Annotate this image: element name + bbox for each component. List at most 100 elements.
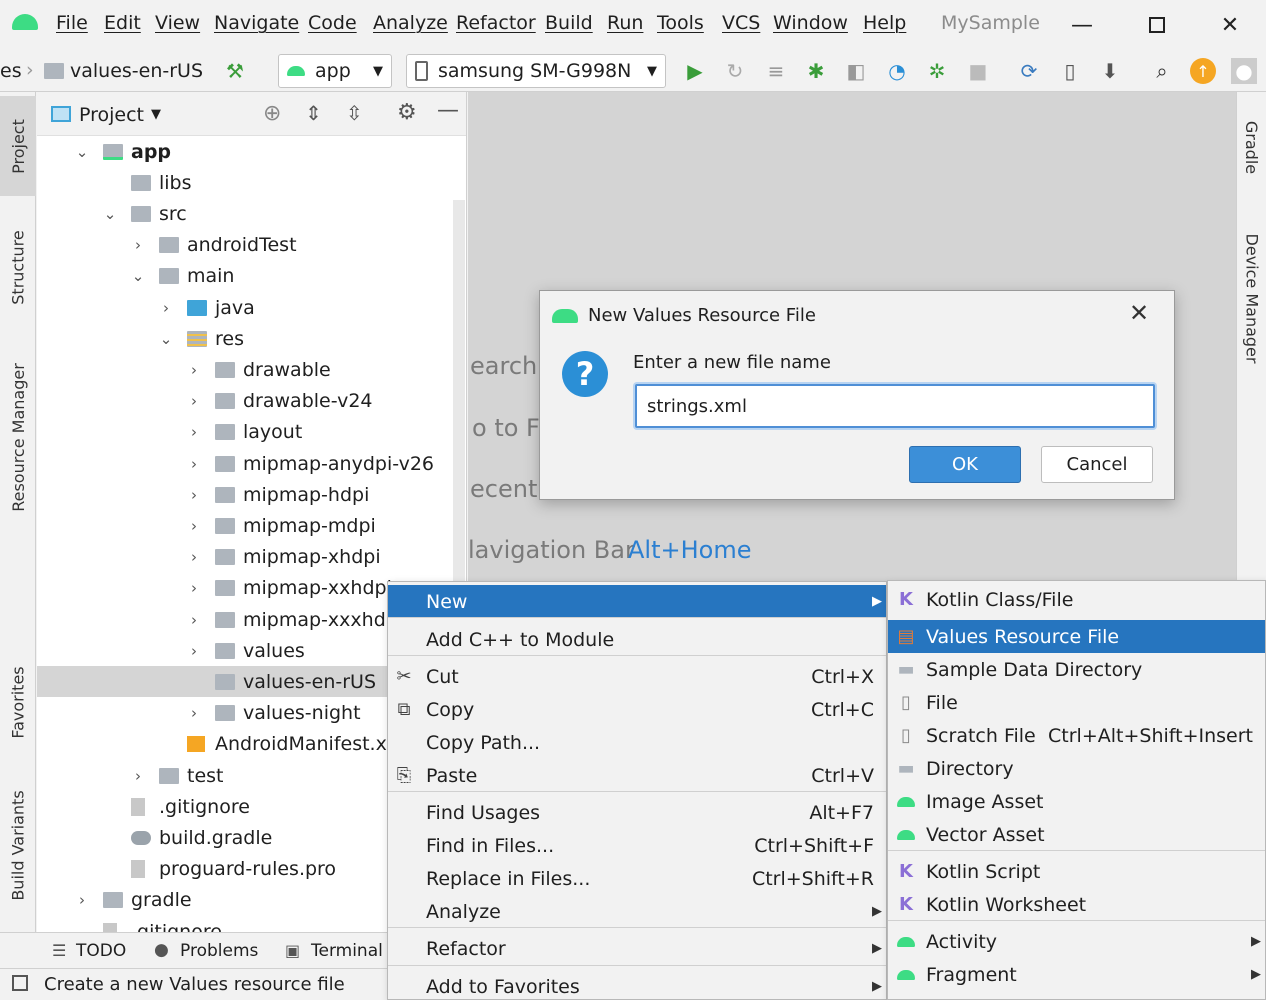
context-menu-item[interactable]: Copy Path... <box>388 726 886 759</box>
context-menu-item[interactable]: Find in Files... Ctrl+Shift+F <box>388 829 886 862</box>
minimize-button[interactable]: — <box>1062 6 1102 44</box>
resource-manager-tool-tab[interactable]: Resource Manager <box>0 342 36 532</box>
chevron-right-icon[interactable]: › <box>187 704 201 722</box>
terminal-tab[interactable]: Terminal <box>311 941 383 961</box>
new-submenu-item[interactable]: Vector Asset <box>888 818 1265 851</box>
attach-debugger-icon[interactable]: ◧ <box>843 58 869 84</box>
chevron-down-icon[interactable]: ⌄ <box>159 330 173 348</box>
apply-code-changes-icon[interactable]: ≡ <box>763 58 789 84</box>
chevron-right-icon[interactable]: › <box>187 579 201 597</box>
tree-row[interactable]: libs <box>37 167 466 198</box>
menu-vcs[interactable]: VCS <box>722 12 760 34</box>
profile-icon[interactable]: ◔ <box>884 58 910 84</box>
context-menu-item[interactable]: ⎘ Paste Ctrl+V <box>388 759 886 792</box>
collapse-all-icon[interactable]: ⇳ <box>346 101 363 125</box>
ok-button[interactable]: OK <box>909 446 1021 483</box>
tree-row[interactable]: ⌄ app <box>37 136 466 167</box>
menu-window[interactable]: Window <box>773 12 848 34</box>
menu-help[interactable]: Help <box>863 12 906 34</box>
new-submenu-item[interactable]: ▬ Directory <box>888 752 1265 785</box>
new-submenu-item[interactable]: K Kotlin Script <box>888 855 1265 888</box>
file-name-input[interactable]: strings.xml <box>635 384 1155 428</box>
update-icon[interactable]: ↑ <box>1190 58 1216 84</box>
tree-row[interactable]: ⌄ main <box>37 261 466 292</box>
context-menu-item[interactable]: Find Usages Alt+F7 <box>388 796 886 829</box>
new-submenu-item[interactable]: Activity ▶ <box>888 925 1265 958</box>
menu-tools[interactable]: Tools <box>657 12 704 34</box>
chevron-down-icon[interactable]: ⌄ <box>103 205 117 223</box>
menu-edit[interactable]: Edit <box>104 12 141 34</box>
tree-row[interactable]: › mipmap-mdpi <box>37 510 466 541</box>
tree-row[interactable]: › mipmap-xhdpi <box>37 542 466 573</box>
apply-changes-icon[interactable]: ↻ <box>722 58 748 84</box>
tree-row[interactable]: › mipmap-hdpi <box>37 479 466 510</box>
tree-row[interactable]: › layout <box>37 417 466 448</box>
chevron-right-icon[interactable]: › <box>187 361 201 379</box>
chevron-right-icon[interactable]: › <box>187 392 201 410</box>
menu-run[interactable]: Run <box>607 12 643 34</box>
gear-icon[interactable]: ⚙ <box>397 100 417 125</box>
locate-icon[interactable]: ⊕ <box>263 101 281 126</box>
chevron-right-icon[interactable]: › <box>131 767 145 785</box>
context-menu-item[interactable]: Refactor ▶ <box>388 932 886 965</box>
run-config-combo[interactable]: app ▼ <box>278 54 392 88</box>
todo-tab[interactable]: TODO <box>76 941 126 961</box>
close-icon[interactable]: ✕ <box>1129 299 1149 327</box>
context-menu-item[interactable]: ⧉ Copy Ctrl+C <box>388 693 886 726</box>
menu-view[interactable]: View <box>155 12 200 34</box>
chevron-right-icon[interactable]: › <box>187 517 201 535</box>
chevron-right-icon[interactable]: › <box>187 642 201 660</box>
chevron-down-icon[interactable]: ⌄ <box>131 267 145 285</box>
context-menu-item[interactable]: Analyze ▶ <box>388 895 886 928</box>
menu-build[interactable]: Build <box>545 12 593 34</box>
chevron-right-icon[interactable]: › <box>187 611 201 629</box>
device-manager-tool-tab[interactable]: Device Manager <box>1237 218 1266 378</box>
attach-process-icon[interactable]: ✲ <box>924 58 950 84</box>
menu-refactor[interactable]: Refactor <box>456 12 536 34</box>
breadcrumb-folder[interactable]: values-en-rUS <box>70 60 203 82</box>
build-variants-tool-tab[interactable]: Build Variants <box>0 780 36 910</box>
tree-row[interactable]: ⌄ res <box>37 323 466 354</box>
tree-row[interactable]: › drawable <box>37 354 466 385</box>
search-icon[interactable]: ⌕ <box>1149 58 1175 84</box>
context-menu-item[interactable]: Replace in Files... Ctrl+Shift+R <box>388 862 886 895</box>
chevron-right-icon[interactable]: › <box>159 299 173 317</box>
run-icon[interactable]: ▶ <box>682 58 708 84</box>
tree-row[interactable]: ⌄ src <box>37 198 466 229</box>
tree-row[interactable]: › mipmap-anydpi-v26 <box>37 448 466 479</box>
new-submenu-item[interactable]: ▬ Sample Data Directory <box>888 653 1265 686</box>
device-manager-icon[interactable]: ▯ <box>1057 58 1083 84</box>
chevron-right-icon[interactable]: › <box>131 236 145 254</box>
new-submenu-item[interactable]: K Kotlin Worksheet <box>888 888 1265 921</box>
stop-icon[interactable]: ■ <box>965 58 991 84</box>
sync-gradle-icon[interactable]: ⟳ <box>1016 58 1042 84</box>
chevron-right-icon[interactable]: › <box>187 486 201 504</box>
chevron-down-icon[interactable]: ▼ <box>151 107 161 122</box>
context-menu-item[interactable]: New ▶ <box>388 585 886 618</box>
account-icon[interactable]: ● <box>1231 58 1257 84</box>
menu-navigate[interactable]: Navigate <box>214 12 299 34</box>
chevron-right-icon[interactable]: › <box>187 423 201 441</box>
structure-tool-tab[interactable]: Structure <box>0 212 36 322</box>
project-tool-tab[interactable]: Project <box>0 96 36 196</box>
chevron-right-icon[interactable]: › <box>187 455 201 473</box>
favorites-tool-tab[interactable]: Favorites <box>0 647 36 757</box>
project-view-label[interactable]: Project <box>79 104 144 126</box>
menu-analyze[interactable]: Analyze <box>373 12 448 34</box>
menu-file[interactable]: File <box>56 12 88 34</box>
hammer-icon[interactable]: ⚒ <box>222 58 248 84</box>
chevron-down-icon[interactable]: ⌄ <box>75 143 89 161</box>
debug-icon[interactable]: ✱ <box>803 58 829 84</box>
new-submenu-item[interactable]: ▯ Scratch File Ctrl+Alt+Shift+Insert <box>888 719 1265 752</box>
context-menu-item[interactable]: Add to Favorites ▶ <box>388 970 886 1000</box>
chevron-right-icon[interactable]: › <box>75 891 89 909</box>
new-submenu-item[interactable]: ▤ Values Resource File <box>888 620 1265 653</box>
sdk-manager-icon[interactable]: ⬇ <box>1097 58 1123 84</box>
context-menu-item[interactable]: ✂ Cut Ctrl+X <box>388 660 886 693</box>
new-submenu-item[interactable]: Fragment ▶ <box>888 958 1265 991</box>
hide-panel-icon[interactable]: — <box>437 98 459 123</box>
breadcrumb-prefix[interactable]: es <box>0 60 22 82</box>
tree-row[interactable]: › drawable-v24 <box>37 386 466 417</box>
new-submenu-item[interactable]: Image Asset <box>888 785 1265 818</box>
context-menu-item[interactable]: Add C++ to Module <box>388 623 886 656</box>
